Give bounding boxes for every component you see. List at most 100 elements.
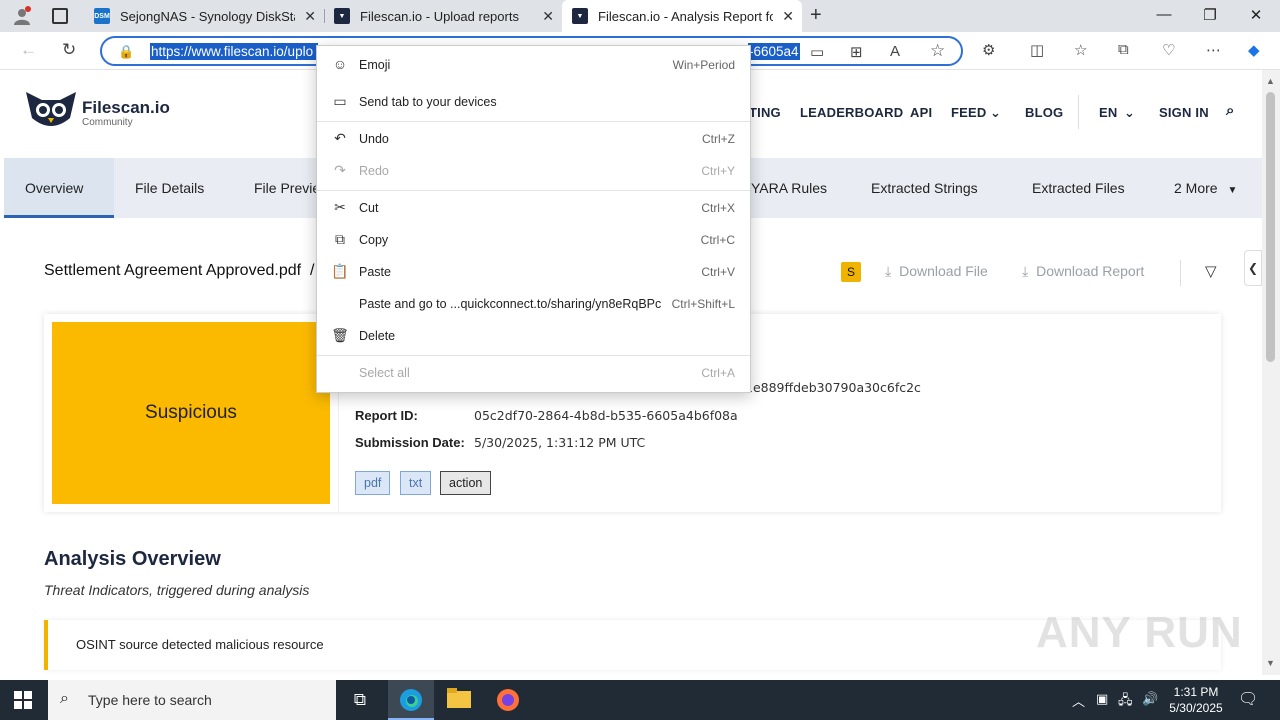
download-icon: ⤓ bbox=[1022, 263, 1029, 279]
scroll-down-icon[interactable]: ▼ bbox=[1266, 658, 1275, 668]
download-icon: ⤓ bbox=[885, 263, 892, 279]
filter-icon[interactable]: ▽ bbox=[1205, 262, 1217, 280]
menu-item-redo[interactable]: ↷ Redo Ctrl+Y bbox=[317, 156, 750, 186]
tag-txt[interactable]: txt bbox=[400, 471, 432, 495]
menu-item-copy[interactable]: ⧉ Copy Ctrl+C bbox=[317, 225, 750, 255]
menu-item-paste[interactable]: 📋 Paste Ctrl+V bbox=[317, 257, 750, 287]
menu-item-paste-and-go[interactable]: Paste and go to ...quickconnect.to/shari… bbox=[317, 289, 750, 319]
menu-item-emoji[interactable]: ☺ Emoji Win+Period bbox=[317, 50, 750, 80]
split-screen-icon[interactable]: ◫ bbox=[1030, 41, 1044, 59]
menu-label: Redo bbox=[359, 164, 389, 178]
restore-icon[interactable]: ❐ bbox=[1200, 6, 1220, 24]
tab-overview[interactable]: Overview bbox=[4, 158, 114, 218]
copilot-icon[interactable]: ◆ bbox=[1248, 41, 1260, 59]
tab-upload-reports[interactable]: ▼ Filescan.io - Upload reports ✕ bbox=[324, 0, 562, 32]
menu-shortcut: Ctrl+A bbox=[701, 366, 735, 380]
taskbar-search-input[interactable]: ⌕ Type here to search bbox=[48, 680, 336, 720]
minimize-icon[interactable]: — bbox=[1154, 6, 1174, 23]
volume-icon[interactable]: 🔊 bbox=[1142, 691, 1158, 707]
page-scrollbar[interactable]: ▲ ▼ bbox=[1262, 70, 1280, 675]
tab-sejongnas[interactable]: DSM SejongNAS - Synology DiskStatio ✕ bbox=[84, 0, 324, 32]
chevron-down-icon[interactable]: ⌄ bbox=[990, 105, 1001, 121]
nav-leaderboard[interactable]: LEADERBOARD bbox=[800, 105, 903, 120]
hash-value: 1e889ffdeb30790a30c6fc2c bbox=[745, 380, 921, 395]
menu-separator bbox=[317, 355, 750, 356]
menu-item-undo[interactable]: ↶ Undo Ctrl+Z bbox=[317, 124, 750, 154]
menu-item-select-all[interactable]: Select all Ctrl+A bbox=[317, 358, 750, 388]
favorites-icon[interactable]: ☆ bbox=[1074, 41, 1087, 59]
menu-shortcut: Ctrl+C bbox=[700, 233, 735, 247]
download-report-button[interactable]: ⤓ Download Report bbox=[1022, 263, 1144, 280]
apps-icon[interactable]: ⊞ bbox=[850, 43, 863, 61]
nav-feed[interactable]: FEED bbox=[951, 105, 986, 120]
undo-icon: ↶ bbox=[334, 130, 346, 146]
redo-icon: ↷ bbox=[334, 162, 346, 178]
menu-shortcut: Win+Period bbox=[672, 58, 735, 72]
profile-icon[interactable] bbox=[12, 6, 32, 26]
submission-date-value: 5/30/2025, 1:31:12 PM UTC bbox=[474, 435, 646, 450]
tray-device-icon[interactable]: ▣ bbox=[1096, 691, 1108, 707]
owl-logo-icon[interactable] bbox=[24, 88, 78, 132]
menu-item-cut[interactable]: ✂ Cut Ctrl+X bbox=[317, 193, 750, 223]
download-file-label: Download File bbox=[899, 263, 988, 279]
delete-icon: 🗑 bbox=[331, 327, 349, 343]
notification-icon[interactable]: 🗨 bbox=[1238, 689, 1258, 709]
submission-date-label: Submission Date: bbox=[355, 435, 465, 450]
logo-name[interactable]: Filescan.io bbox=[82, 98, 170, 118]
network-icon[interactable]: 🖧 bbox=[1118, 691, 1133, 713]
firefox-icon[interactable] bbox=[496, 688, 520, 712]
favorite-star-icon[interactable]: ☆ bbox=[930, 41, 945, 61]
read-aloud-icon[interactable]: A bbox=[890, 43, 900, 60]
system-clock[interactable]: 1:31 PM 5/30/2025 bbox=[1166, 684, 1226, 716]
url-selected-text-end[interactable]: -6605a4 bbox=[748, 43, 800, 60]
back-icon[interactable]: ← bbox=[20, 40, 37, 60]
chevron-down-icon[interactable]: ⌄ bbox=[1124, 105, 1135, 121]
close-tab-icon[interactable]: ✕ bbox=[304, 8, 316, 25]
scroll-thumb[interactable] bbox=[1266, 92, 1275, 362]
device-icon[interactable]: ▭ bbox=[810, 43, 824, 61]
url-selected-text[interactable]: https://www.filescan.io/uplo bbox=[150, 43, 318, 60]
nav-sign-in[interactable]: SIGN IN bbox=[1159, 105, 1209, 120]
close-tab-icon[interactable]: ✕ bbox=[782, 8, 794, 25]
tab-extracted-strings[interactable]: Extracted Strings bbox=[850, 158, 999, 218]
menu-item-send-tab[interactable]: ▭ Send tab to your devices bbox=[317, 87, 750, 117]
nav-api[interactable]: API bbox=[910, 105, 932, 120]
task-view-icon[interactable]: ⧉ bbox=[348, 688, 372, 712]
close-window-icon[interactable]: ✕ bbox=[1246, 6, 1266, 24]
tag-pdf[interactable]: pdf bbox=[355, 471, 391, 495]
more-menu-icon[interactable]: ⋯ bbox=[1206, 41, 1221, 59]
tab-file-details[interactable]: File Details bbox=[114, 158, 225, 218]
collections-icon[interactable]: ⧉ bbox=[1118, 41, 1129, 58]
tab-extracted-files[interactable]: Extracted Files bbox=[1011, 158, 1146, 218]
close-tab-icon[interactable]: ✕ bbox=[542, 8, 554, 25]
performance-icon[interactable]: ♡ bbox=[1162, 41, 1175, 59]
tab-title: Filescan.io - Analysis Report for S bbox=[598, 8, 773, 24]
nav-reporting[interactable]: TING bbox=[749, 105, 781, 120]
tray-chevron-up-icon[interactable]: ︿ bbox=[1072, 691, 1085, 710]
file-explorer-icon[interactable] bbox=[447, 688, 471, 712]
menu-item-delete[interactable]: 🗑 Delete bbox=[317, 321, 750, 351]
nav-blog[interactable]: BLOG bbox=[1025, 105, 1063, 120]
context-menu: ☺ Emoji Win+Period ▭ Send tab to your de… bbox=[316, 45, 751, 393]
tab-more[interactable]: 2 More ▼ bbox=[1153, 158, 1258, 218]
refresh-icon[interactable]: ↻ bbox=[62, 40, 76, 60]
tab-analysis-report[interactable]: ▼ Filescan.io - Analysis Report for S ✕ bbox=[562, 0, 802, 32]
windows-start-icon[interactable] bbox=[14, 691, 32, 709]
analysis-overview-title: Analysis Overview bbox=[44, 548, 221, 570]
tab-actions-icon[interactable] bbox=[52, 8, 68, 24]
lock-icon[interactable]: 🔒 bbox=[118, 44, 134, 60]
analysis-overview-subtitle: Threat Indicators, triggered during anal… bbox=[44, 582, 310, 598]
search-icon[interactable]: ⌕ bbox=[1226, 102, 1235, 119]
menu-label: Cut bbox=[359, 201, 379, 215]
report-id-value: 05c2df70-2864-4b8d-b535-6605a4b6f08a bbox=[474, 408, 738, 423]
emoji-icon: ☺ bbox=[332, 56, 348, 72]
new-tab-button[interactable]: + bbox=[810, 4, 822, 27]
extensions-icon[interactable]: ⚙ bbox=[982, 41, 995, 59]
edge-icon[interactable] bbox=[399, 688, 423, 712]
tag-action[interactable]: action bbox=[440, 471, 492, 495]
scroll-up-icon[interactable]: ▲ bbox=[1266, 76, 1275, 86]
download-file-button[interactable]: ⤓ Download File bbox=[885, 263, 988, 280]
chevron-left-icon[interactable]: ❮ bbox=[1244, 250, 1262, 286]
menu-label: Delete bbox=[359, 329, 396, 343]
language-select[interactable]: EN bbox=[1099, 105, 1117, 120]
